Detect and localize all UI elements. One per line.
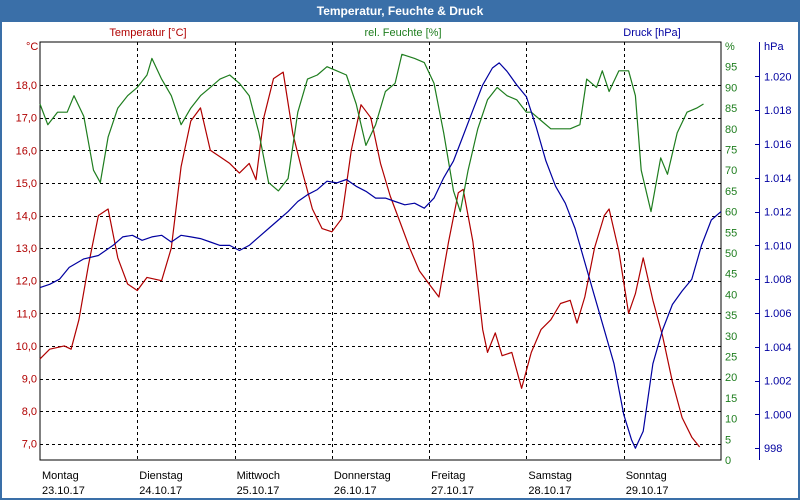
temperature-tick-label: 13,0 — [16, 243, 37, 255]
pressure-axis-title: Druck [hPa] — [623, 27, 680, 39]
humidity-axis-title: rel. Feuchte [%] — [364, 27, 441, 39]
humidity-tick-label: 50 — [725, 248, 737, 260]
date-label: 29.10.17 — [626, 485, 669, 497]
temperature-tick-label: 11,0 — [16, 308, 37, 320]
humidity-tick-label: % — [725, 41, 735, 53]
pressure-tick-label: 1.012 — [764, 207, 792, 219]
pressure-tick-label: 1.010 — [764, 240, 792, 252]
pressure-tick-label: 998 — [764, 443, 782, 455]
date-label: 24.10.17 — [139, 485, 182, 497]
temperature-unit-label: °C — [26, 41, 38, 53]
pressure-tick-label: 1.016 — [764, 139, 792, 151]
weather-chart: Temperatur [°C] rel. Feuchte [%] Druck [… — [16, 27, 792, 497]
humidity-tick-label: 15 — [725, 393, 737, 405]
humidity-tick-label: 60 — [725, 207, 737, 219]
pressure-unit-label: hPa — [764, 41, 784, 53]
day-label: Freitag — [431, 470, 465, 482]
humidity-line — [39, 53, 704, 213]
humidity-tick-label: 45 — [725, 269, 737, 281]
pressure-tick-label: 1.002 — [764, 376, 792, 388]
temperature-tick-label: 12,0 — [16, 276, 37, 288]
day-label: Samstag — [528, 470, 571, 482]
humidity-tick-label: 85 — [725, 103, 737, 115]
temperature-tick-label: 9,0 — [22, 374, 37, 386]
temperature-tick-label: 10,0 — [16, 341, 37, 353]
day-label: Sonntag — [626, 470, 667, 482]
pressure-line — [39, 62, 722, 449]
humidity-tick-label: 75 — [725, 145, 737, 157]
humidity-axis: 0 5 10 15 20 25 30 35 40 45 50 55 60 65 70 75 80 85 90 95% — [725, 41, 737, 467]
temperature-line — [39, 71, 701, 448]
date-label: 27.10.17 — [431, 485, 474, 497]
temperature-tick-label: 16,0 — [16, 145, 37, 157]
pressure-tick-label: 1.008 — [764, 274, 792, 286]
humidity-tick-label: 70 — [725, 165, 737, 177]
humidity-tick-label: 0 — [725, 455, 731, 467]
temperature-tick-label: 18,0 — [16, 80, 37, 92]
date-axis: Montag 23.10.17 Dienstag 24.10.17 Mittwoch 25… — [42, 470, 669, 497]
date-label: 25.10.17 — [237, 485, 280, 497]
pressure-tick-label: 1.004 — [764, 342, 792, 354]
temperature-tick-label: 17,0 — [16, 113, 37, 125]
date-label: 26.10.17 — [334, 485, 377, 497]
date-label: 28.10.17 — [528, 485, 571, 497]
series-group — [39, 53, 722, 449]
temperature-tick-label: 15,0 — [16, 178, 37, 190]
temperature-axis: 7,0 8,0 9,0 10,0 11,0 12,0 13,0 14,0 15,0 16,0 17,… — [16, 80, 37, 451]
pressure-tick-label: 1.006 — [764, 308, 792, 320]
date-label: 23.10.17 — [42, 485, 85, 497]
humidity-tick-label: 80 — [725, 124, 737, 136]
temperature-tick-label: 14,0 — [16, 211, 37, 223]
humidity-tick-label: 20 — [725, 372, 737, 384]
pressure-axis: 998 1.000 1.002 1.004 1.006 1.008 1.010 1.012 1.… — [755, 42, 792, 460]
humidity-tick-label: 95 — [725, 62, 737, 74]
humidity-tick-label: 90 — [725, 82, 737, 94]
day-label: Dienstag — [139, 470, 182, 482]
day-label: Donnerstag — [334, 470, 391, 482]
pressure-tick-label: 1.014 — [764, 173, 792, 185]
humidity-tick-label: 10 — [725, 414, 737, 426]
humidity-tick-label: 25 — [725, 352, 737, 364]
humidity-tick-label: 35 — [725, 310, 737, 322]
pressure-tick-label: 1.020 — [764, 71, 792, 83]
chart-window: Temperatur, Feuchte & Druck Temperatur [… — [0, 0, 800, 500]
humidity-tick-label: 55 — [725, 227, 737, 239]
humidity-tick-label: 30 — [725, 331, 737, 343]
humidity-tick-label: 65 — [725, 186, 737, 198]
pressure-tick-label: 1.018 — [764, 105, 792, 117]
day-label: Mittwoch — [237, 470, 280, 482]
temperature-axis-title: Temperatur [°C] — [109, 27, 186, 39]
temperature-tick-label: 7,0 — [22, 439, 37, 451]
pressure-tick-label: 1.000 — [764, 409, 792, 421]
humidity-tick-label: 40 — [725, 289, 737, 301]
temperature-tick-label: 8,0 — [22, 406, 37, 418]
day-label: Montag — [42, 470, 79, 482]
humidity-tick-label: 5 — [725, 434, 731, 446]
